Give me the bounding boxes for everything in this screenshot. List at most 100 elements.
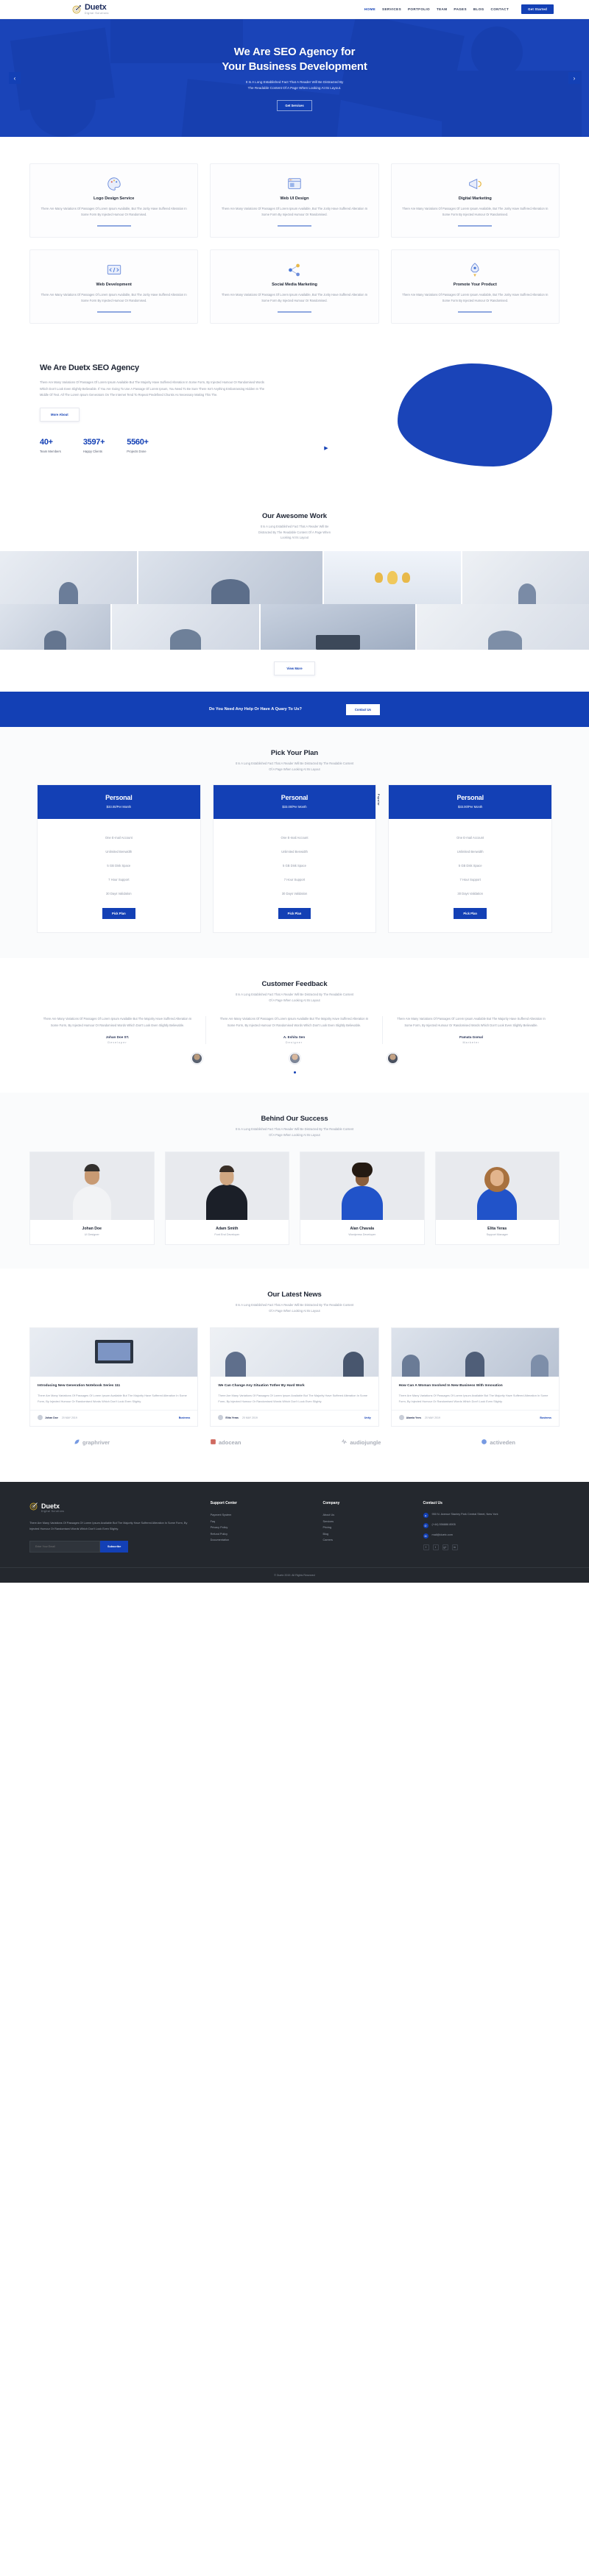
hero-next-button[interactable]: › xyxy=(568,72,580,84)
nav-item-blog[interactable]: BLOG xyxy=(473,7,484,11)
footer-link[interactable]: Faq xyxy=(211,1519,310,1525)
news-card[interactable]: Introducing New Generation Notebook Seri… xyxy=(29,1327,199,1427)
pick-plan-button[interactable]: Pick Plan xyxy=(454,907,487,919)
testimonial-card: There Are Many Variations Of Passages Of… xyxy=(206,1016,383,1045)
stat-item: 40+ Team Members xyxy=(40,438,61,453)
plan-feature: 30 Days Validation xyxy=(281,891,308,895)
footer-column-heading: Contact Us xyxy=(423,1501,442,1506)
play-icon[interactable]: ▶ xyxy=(320,441,333,455)
service-card[interactable]: Digital Marketing There Are Many Variati… xyxy=(390,163,560,238)
contact-phone[interactable]: ✆ (+44) 556886 8905 xyxy=(423,1522,560,1529)
square-icon xyxy=(210,1438,216,1447)
footer-support-column: Support Center Payment System Faq Privac… xyxy=(211,1501,310,1553)
nav-item-home[interactable]: HOME xyxy=(364,7,375,11)
plan-feature: Unlimited Benwidth xyxy=(281,849,308,854)
news-author-name: Elita Yeras xyxy=(225,1416,239,1419)
footer-link[interactable]: Privacy Policy xyxy=(211,1525,310,1531)
partner-logo[interactable]: adocean xyxy=(210,1438,241,1447)
testimonial-pagination[interactable] xyxy=(29,1071,560,1074)
get-started-button[interactable]: Get Started xyxy=(521,4,554,14)
team-member-name: Alan Chavala xyxy=(350,1227,375,1232)
footer-link[interactable]: About Us xyxy=(323,1512,410,1519)
nav-item-portfolio[interactable]: PORTFOLIO xyxy=(408,7,430,11)
service-card[interactable]: Web Development There Are Many Variation… xyxy=(29,249,199,324)
partner-logo[interactable]: audiojungle xyxy=(341,1438,381,1447)
contact-us-button[interactable]: Contact Us xyxy=(345,703,380,715)
footer-link[interactable]: Services xyxy=(323,1519,410,1525)
subscribe-button[interactable]: Subscribe xyxy=(100,1541,129,1553)
plan-feature: Unlimited Benwidth xyxy=(105,849,133,854)
pick-plan-button[interactable]: Pick Plan xyxy=(102,907,135,919)
plan-price: $33.00 xyxy=(106,804,116,809)
footer-link[interactable]: Documentation xyxy=(211,1537,310,1544)
work-subtitle: It Is A Long Established Fact That A Rea… xyxy=(0,524,589,541)
news-tag[interactable]: Unity xyxy=(364,1416,371,1419)
footer-link[interactable]: Refund Policy xyxy=(211,1531,310,1538)
footer-link[interactable]: Blog xyxy=(323,1531,410,1538)
testimonials-section: Customer Feedback It Is A Long Establish… xyxy=(0,957,589,1093)
work-tile[interactable] xyxy=(324,551,461,605)
service-description: There Are Many Variations Of Passages Of… xyxy=(402,207,549,217)
plan-period: /Per Month xyxy=(116,804,131,809)
work-tile[interactable] xyxy=(417,604,589,650)
team-card[interactable]: Alan Chavala Wordpress Developer xyxy=(300,1152,425,1246)
service-title: Digital Marketing xyxy=(458,196,492,201)
testimonial-card: There Are Many Variations Of Passages Of… xyxy=(29,1016,206,1045)
footer-link[interactable]: Pricing xyxy=(323,1525,410,1531)
work-tile[interactable] xyxy=(0,604,110,650)
footer-brand[interactable]: Duetx Digital Solutions xyxy=(29,1501,197,1514)
hero-prev-button[interactable]: ‹ xyxy=(9,72,21,84)
testimonials-subtitle-line1: It Is A Long Established Fact That A Rea… xyxy=(235,992,354,996)
team-card[interactable]: Adam Smith Font End Developer xyxy=(164,1152,289,1246)
view-more-button[interactable]: View More xyxy=(274,661,315,676)
team-card[interactable]: Johan Doe UI Designer xyxy=(29,1152,155,1246)
partner-logo[interactable]: activeden xyxy=(481,1438,515,1447)
testimonial-text: There Are Many Variations Of Passages Of… xyxy=(397,1017,546,1027)
news-card[interactable]: We Can Change Any Situation Tother By Ha… xyxy=(210,1327,379,1427)
work-tile[interactable] xyxy=(138,551,322,605)
about-visual: ▶ xyxy=(287,363,560,474)
service-card[interactable]: Social Media Marketing There Are Many Va… xyxy=(210,249,379,324)
nav-item-team[interactable]: TEAM xyxy=(437,7,447,11)
pricing-subtitle: It Is A Long Established Fact That A Rea… xyxy=(37,761,552,773)
pagination-dot-active[interactable] xyxy=(293,1071,296,1074)
testimonial-name: A. Eshita Sen xyxy=(283,1035,306,1040)
news-tag[interactable]: Business xyxy=(179,1416,191,1419)
newsletter-form: Subscribe xyxy=(29,1541,197,1553)
footer-contact-column: Contact Us ● 950 N. Avenue Stanley Park … xyxy=(423,1501,560,1553)
service-card[interactable]: Web UI Design There Are Many Variations … xyxy=(210,163,379,238)
nav-item-pages[interactable]: PAGES xyxy=(454,7,467,11)
work-tile[interactable] xyxy=(112,604,259,650)
service-card[interactable]: Logo Design Service There Are Many Varia… xyxy=(29,163,199,238)
plan-feature: 7 Hour Support xyxy=(459,877,481,881)
linkedin-icon[interactable]: in xyxy=(451,1544,458,1551)
work-tile[interactable] xyxy=(0,551,137,605)
plan-feature: 7 Hour Support xyxy=(283,877,306,881)
twitter-icon[interactable]: t xyxy=(432,1544,439,1551)
news-card[interactable]: How Can A Woman Involved In New Business… xyxy=(390,1327,560,1427)
service-card[interactable]: Promote Your Product There Are Many Vari… xyxy=(390,249,560,324)
news-tag[interactable]: Business xyxy=(540,1416,551,1419)
footer-link[interactable]: Careers xyxy=(323,1537,410,1544)
hero-cta-button[interactable]: Get Services xyxy=(277,99,312,111)
newsletter-email-input[interactable] xyxy=(29,1541,100,1553)
team-card[interactable]: Elita Yeras Support Manager xyxy=(434,1152,560,1246)
more-about-button[interactable]: More About xyxy=(40,407,80,422)
facebook-icon[interactable]: f xyxy=(423,1544,429,1551)
site-header: Duetx Digital Solutions HOME SERVICES PO… xyxy=(0,0,589,19)
service-title: Social Media Marketing xyxy=(272,282,317,287)
plan-feature: One E-mail Account xyxy=(456,835,484,840)
news-card-description: There Are Many Variations Of Passages Of… xyxy=(398,1393,549,1403)
brand-logo[interactable]: Duetx Digital Solutions xyxy=(72,2,109,15)
work-tile[interactable] xyxy=(261,604,415,650)
brand-name: Duetx xyxy=(85,2,107,12)
news-card-description: There Are Many Variations Of Passages Of… xyxy=(38,1393,187,1403)
contact-email[interactable]: ✉ mail@duetx.com xyxy=(423,1533,560,1539)
google-plus-icon[interactable]: g+ xyxy=(442,1544,448,1551)
partner-logo[interactable]: graphriver xyxy=(74,1438,110,1447)
work-tile[interactable] xyxy=(462,551,589,605)
pick-plan-button[interactable]: Pick Plan xyxy=(278,907,311,919)
footer-link[interactable]: Payment System xyxy=(211,1512,310,1519)
nav-item-contact[interactable]: CONTACT xyxy=(491,7,509,11)
nav-item-services[interactable]: SERVICES xyxy=(382,7,401,11)
